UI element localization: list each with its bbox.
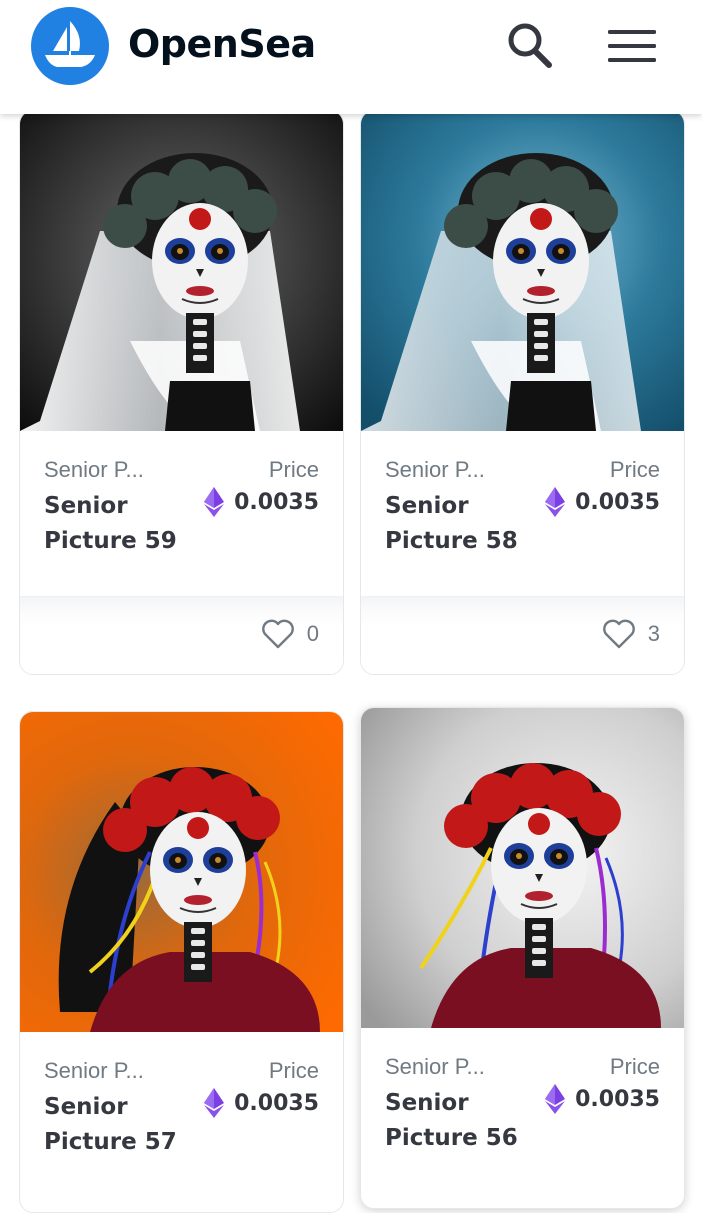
like-button[interactable]: 3 xyxy=(602,619,660,649)
price-row: 0.0035 xyxy=(204,1086,319,1120)
nft-grid: Senior P... Senior Picture 59 Price 0.00… xyxy=(0,0,702,1213)
price-label: Price xyxy=(268,1058,319,1083)
ethereum-icon xyxy=(545,1084,566,1114)
price-row: 0.0035 xyxy=(545,485,660,519)
price-label: Price xyxy=(609,1054,660,1079)
price-label: Price xyxy=(609,457,660,482)
collection-name[interactable]: Senior P... xyxy=(44,1058,144,1084)
nft-image[interactable] xyxy=(361,708,684,1028)
card-info: Senior P... Senior Picture 56 Price 0.00… xyxy=(361,1028,684,1193)
card-info: Senior P... Senior Picture 57 Price 0.00… xyxy=(20,1032,343,1197)
nft-image[interactable] xyxy=(20,712,343,1032)
nft-image[interactable] xyxy=(361,111,684,431)
card-footer: 0 xyxy=(20,596,343,674)
search-icon[interactable] xyxy=(500,18,560,74)
collection-name[interactable]: Senior P... xyxy=(385,1054,485,1080)
brand-name[interactable]: OpenSea xyxy=(128,22,316,66)
menu-button[interactable] xyxy=(604,22,660,70)
price-value: 0.0035 xyxy=(575,1086,660,1112)
card-info: Senior P... Senior Picture 58 Price 0.00… xyxy=(361,431,684,596)
nft-name[interactable]: Senior Picture 57 xyxy=(44,1090,184,1160)
collection-name[interactable]: Senior P... xyxy=(44,457,144,483)
nft-name[interactable]: Senior Picture 58 xyxy=(385,489,525,559)
ethereum-icon xyxy=(204,487,225,517)
opensea-logo-icon[interactable] xyxy=(31,7,109,85)
ethereum-icon xyxy=(204,1088,225,1118)
price-value: 0.0035 xyxy=(575,489,660,515)
search-button[interactable] xyxy=(500,18,560,74)
heart-icon[interactable] xyxy=(602,619,636,649)
card-info: Senior P... Senior Picture 59 Price 0.00… xyxy=(20,431,343,596)
nft-card[interactable]: Senior P... Senior Picture 56 Price 0.00… xyxy=(360,707,685,1209)
nft-image[interactable] xyxy=(20,111,343,431)
nft-name[interactable]: Senior Picture 56 xyxy=(385,1086,525,1156)
nft-card[interactable]: Senior P... Senior Picture 57 Price 0.00… xyxy=(19,711,344,1213)
hamburger-menu-icon[interactable] xyxy=(604,22,660,70)
nft-card[interactable]: Senior P... Senior Picture 59 Price 0.00… xyxy=(19,110,344,675)
ethereum-icon xyxy=(545,487,566,517)
heart-icon[interactable] xyxy=(261,619,295,649)
app-header: OpenSea xyxy=(0,0,702,114)
price-value: 0.0035 xyxy=(234,489,319,515)
nft-name[interactable]: Senior Picture 59 xyxy=(44,489,184,559)
card-footer: 3 xyxy=(361,596,684,674)
price-label: Price xyxy=(268,457,319,482)
collection-name[interactable]: Senior P... xyxy=(385,457,485,483)
like-button[interactable]: 0 xyxy=(261,619,319,649)
nft-card[interactable]: Senior P... Senior Picture 58 Price 0.00… xyxy=(360,110,685,675)
like-count: 3 xyxy=(647,621,660,646)
price-row: 0.0035 xyxy=(545,1082,660,1116)
price-value: 0.0035 xyxy=(234,1090,319,1116)
like-count: 0 xyxy=(306,621,319,646)
price-row: 0.0035 xyxy=(204,485,319,519)
